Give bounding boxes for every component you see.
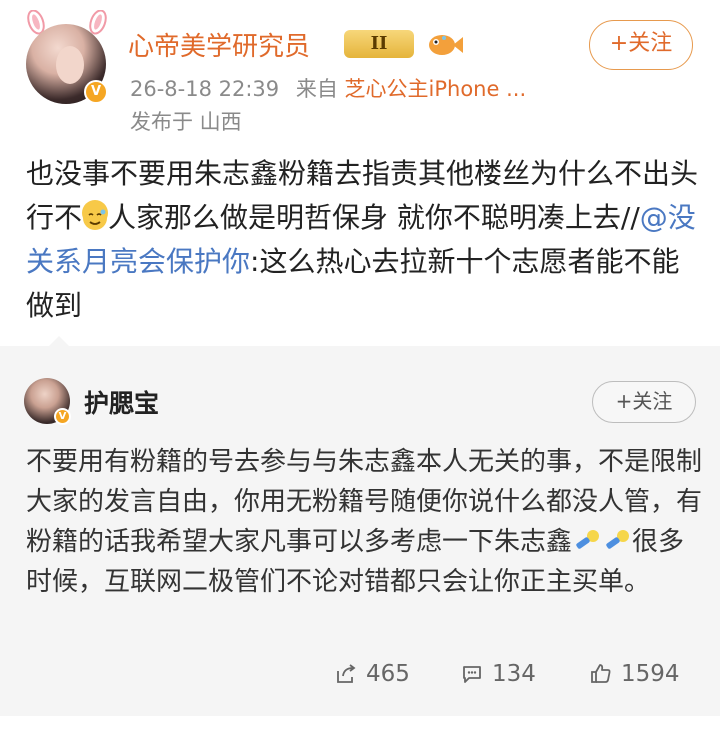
repost-follow-button[interactable]: +关注 bbox=[592, 381, 696, 423]
post-source[interactable]: 芝心公主iPhone ... bbox=[345, 77, 527, 101]
comment-count: 134 bbox=[492, 661, 536, 687]
post-text-part2: 人家那么做是明哲保身 就你不聪明凑上去// bbox=[108, 201, 640, 234]
post-meta: 26-8-18 22:39 来自 芝心公主iPhone ... bbox=[130, 73, 526, 103]
source-prefix: 来自 bbox=[295, 77, 338, 101]
follow-button[interactable]: +关注 bbox=[589, 20, 693, 70]
author-name[interactable]: 心帝美学研究员 bbox=[128, 26, 310, 63]
verified-v-icon: V bbox=[84, 80, 108, 104]
level-badge[interactable]: II bbox=[344, 30, 414, 58]
repost-body: 不要用有粉籍的号去参与与朱志鑫本人无关的事，不是限制大家的发言自由，你用无粉籍号… bbox=[26, 442, 706, 602]
action-bar: 465 134 1594 bbox=[0, 656, 720, 692]
repost-author-name[interactable]: 护腮宝 bbox=[84, 384, 159, 420]
post-body: 也没事不要用朱志鑫粉籍去指责其他楼丝为什么不出头行不 人家那么做是明哲保身 就你不… bbox=[26, 152, 706, 328]
comment-icon bbox=[463, 666, 481, 683]
repost-count: 465 bbox=[366, 661, 410, 687]
like-action[interactable]: 1594 bbox=[589, 656, 680, 692]
comment-action[interactable]: 134 bbox=[460, 656, 536, 692]
like-count: 1594 bbox=[621, 661, 680, 687]
lightstick-emoji-icon bbox=[602, 526, 632, 552]
fish-badge-icon[interactable] bbox=[424, 30, 464, 58]
verified-v-icon: V bbox=[54, 408, 71, 425]
post-timestamp: 26-8-18 22:39 bbox=[130, 77, 280, 101]
awkward-smile-emoji-icon bbox=[82, 200, 109, 230]
post-location: 发布于 山西 bbox=[130, 110, 242, 134]
thumbs-up-icon bbox=[591, 664, 611, 683]
author-avatar[interactable]: V bbox=[26, 10, 108, 104]
repost-action[interactable]: 465 bbox=[334, 656, 410, 692]
share-icon bbox=[337, 664, 356, 683]
lightstick-emoji-icon bbox=[572, 526, 602, 552]
next-content-cutoff bbox=[0, 716, 720, 732]
